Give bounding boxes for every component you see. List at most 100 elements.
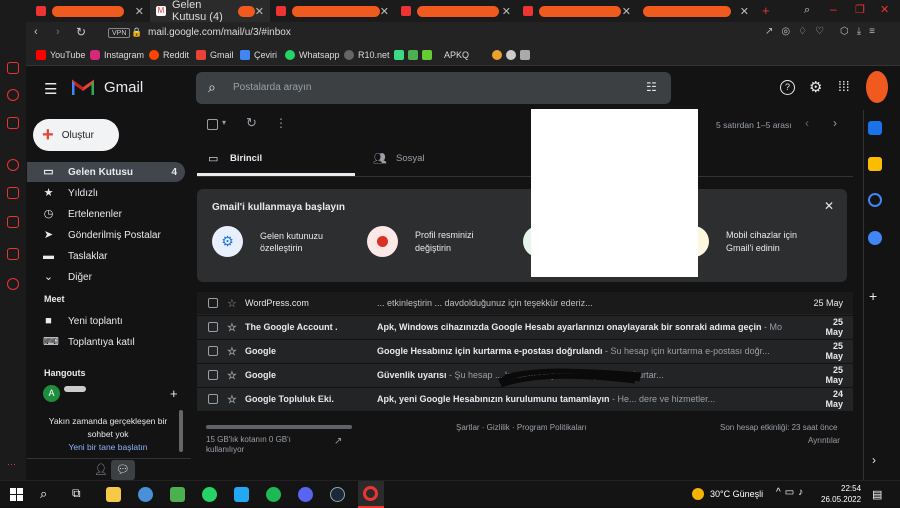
extension-icons[interactable]: ⬡⤓≡ bbox=[840, 26, 883, 37]
scrollbar[interactable] bbox=[179, 410, 183, 452]
download-icon[interactable] bbox=[7, 216, 19, 228]
search-bar[interactable]: ⌕ Postalarda arayın ☷ bbox=[196, 72, 671, 104]
box-icon[interactable] bbox=[7, 248, 19, 260]
search-icon[interactable]: ⌕ bbox=[40, 486, 47, 502]
notification-icon[interactable]: ▤ bbox=[872, 488, 882, 501]
search-input[interactable]: Postalarda arayın bbox=[233, 82, 311, 93]
bookmark-gmail[interactable]: Gmail bbox=[196, 48, 234, 62]
game-icon[interactable] bbox=[7, 62, 19, 74]
card-mobile-line2[interactable]: Gmail'i edinin bbox=[726, 243, 780, 253]
news-icon[interactable] bbox=[7, 187, 19, 199]
vscode-icon[interactable] bbox=[234, 487, 249, 502]
opera-taskbar-button[interactable] bbox=[358, 481, 384, 508]
nav-sent[interactable]: ➤ Gönderilmiş Postalar bbox=[27, 225, 185, 245]
tasks-icon[interactable] bbox=[868, 193, 882, 207]
star-icon[interactable]: ☆ bbox=[227, 321, 239, 334]
discord-icon[interactable] bbox=[298, 487, 313, 502]
close-icon[interactable]: ✕ bbox=[135, 5, 144, 18]
search-icon[interactable]: ⌕ bbox=[208, 79, 216, 96]
start-chat-link[interactable]: Yeni bir tane başlatın bbox=[40, 442, 176, 452]
close-icon[interactable]: ✕ bbox=[502, 5, 511, 18]
chat-bubble-icon[interactable]: 💬︎ bbox=[111, 460, 135, 480]
card-profile-line2[interactable]: değiştirin bbox=[415, 243, 451, 253]
nav-snoozed[interactable]: ◷ Ertelenenler bbox=[27, 204, 185, 224]
contacts-icon[interactable] bbox=[868, 231, 882, 245]
browser-tab[interactable]: ✕ bbox=[517, 0, 637, 22]
open-external-icon[interactable]: ↗ bbox=[334, 436, 342, 447]
nav-drafts[interactable]: ▬ Taslaklar bbox=[27, 246, 185, 266]
star-icon[interactable]: ☆ bbox=[227, 297, 239, 310]
spotify-icon[interactable] bbox=[266, 487, 281, 502]
menu-icon[interactable]: ☰ bbox=[44, 80, 57, 98]
bookmark-r10[interactable]: R10.net bbox=[344, 48, 390, 62]
forward-button[interactable]: › bbox=[56, 26, 60, 38]
close-icon[interactable]: ✕ bbox=[380, 5, 389, 18]
bookmark-translate[interactable]: Çeviri bbox=[240, 48, 277, 62]
close-icon[interactable]: ✕ bbox=[255, 5, 264, 18]
next-page-button[interactable]: › bbox=[833, 116, 837, 130]
compose-button[interactable]: + Oluştur bbox=[33, 119, 119, 151]
bookmark-youtube[interactable]: YouTube bbox=[36, 48, 85, 62]
details-link[interactable]: Ayrıntılar bbox=[808, 436, 840, 445]
row-checkbox[interactable] bbox=[208, 322, 218, 332]
card-customize-line2[interactable]: özelleştirin bbox=[260, 243, 303, 253]
minimize-button[interactable]: – bbox=[830, 2, 837, 16]
gear-icon[interactable]: ⚙ bbox=[809, 78, 822, 96]
card-profile-line1[interactable]: Profil resminizi bbox=[415, 230, 474, 240]
address-bar-actions[interactable]: ↗◎♢♡ bbox=[765, 26, 832, 37]
nav-more[interactable]: ⌄ Diğer bbox=[27, 267, 185, 287]
close-window-button[interactable]: ✕ bbox=[880, 3, 889, 16]
chevron-down-icon[interactable]: ▾ bbox=[222, 118, 226, 127]
bookmark-reddit[interactable]: Reddit bbox=[149, 48, 189, 62]
steam-icon[interactable] bbox=[330, 487, 345, 502]
browser-tab-active[interactable]: M Gelen Kutusu (4) ✕ bbox=[150, 0, 270, 23]
bookmark-extra[interactable] bbox=[394, 48, 436, 62]
search-options-icon[interactable]: ☷ bbox=[646, 80, 657, 94]
bookmark-extra[interactable] bbox=[492, 48, 534, 62]
row-checkbox[interactable] bbox=[208, 298, 218, 308]
keep-icon[interactable] bbox=[868, 157, 882, 171]
whatsapp-icon[interactable] bbox=[202, 487, 217, 502]
back-button[interactable]: ‹ bbox=[34, 26, 38, 38]
maximize-button[interactable]: ❐ bbox=[855, 3, 865, 16]
task-view-icon[interactable]: ⧉ bbox=[72, 486, 81, 501]
close-icon[interactable]: ✕ bbox=[622, 5, 631, 18]
url-field[interactable]: mail.google.com/mail/u/3/#inbox bbox=[148, 27, 291, 38]
nav-starred[interactable]: ★ Yıldızlı bbox=[27, 183, 185, 203]
browser-tab[interactable]: ✕ bbox=[637, 0, 755, 22]
settings-icon[interactable] bbox=[7, 278, 19, 290]
card-customize-line1[interactable]: Gelen kutunuzu bbox=[260, 230, 323, 243]
prev-page-button[interactable]: ‹ bbox=[805, 116, 809, 130]
expand-panel-icon[interactable]: › bbox=[872, 453, 876, 467]
tab-primary[interactable]: ▭ Birincil bbox=[197, 140, 355, 176]
speed-icon[interactable] bbox=[7, 89, 19, 101]
browser-tab[interactable]: ✕ bbox=[30, 0, 150, 22]
bag-icon[interactable] bbox=[7, 117, 19, 129]
browser-tab[interactable]: ✕ bbox=[270, 0, 395, 22]
weather-text[interactable]: 30°C Güneşli bbox=[710, 489, 763, 499]
meet-join[interactable]: ⌨ Toplantıya katıl bbox=[27, 332, 185, 352]
table-row[interactable]: ☆ The Google Account . Apk, Windows ciha… bbox=[197, 316, 853, 339]
table-row[interactable]: ☆ Google Google Hesabınız için kurtarma … bbox=[197, 340, 853, 363]
search-tabs-icon[interactable]: ⌕ bbox=[804, 4, 810, 17]
help-icon[interactable]: ? bbox=[780, 80, 795, 95]
customize-inbox-icon[interactable]: ⚙ bbox=[212, 226, 243, 257]
apps-grid-icon[interactable]: ⁞⁞⁞ bbox=[838, 78, 850, 94]
star-icon[interactable]: ☆ bbox=[227, 345, 239, 358]
bookmark-instagram[interactable]: Instagram bbox=[90, 48, 144, 62]
bookmark-apkq[interactable]: APKQ bbox=[444, 48, 469, 62]
calendar-icon[interactable] bbox=[868, 121, 882, 135]
close-icon[interactable]: ✕ bbox=[740, 5, 749, 18]
windows-start-icon[interactable] bbox=[10, 488, 23, 501]
vpn-badge[interactable]: VPN bbox=[108, 28, 131, 38]
add-icon[interactable]: + bbox=[170, 386, 178, 401]
tray-icons[interactable]: ^▭♪ bbox=[776, 487, 807, 498]
more-vert-icon[interactable]: ⋮ bbox=[275, 116, 287, 130]
table-row[interactable]: ☆ Google Topluluk Eki. Apk, yeni Google … bbox=[197, 388, 853, 411]
heart-icon[interactable] bbox=[7, 159, 19, 171]
file-explorer-icon[interactable] bbox=[106, 487, 121, 502]
star-icon[interactable]: ☆ bbox=[227, 369, 239, 382]
row-checkbox[interactable] bbox=[208, 394, 218, 404]
nav-inbox[interactable]: ▭ Gelen Kutusu 4 bbox=[27, 162, 185, 182]
new-tab-button[interactable]: + bbox=[762, 3, 770, 18]
